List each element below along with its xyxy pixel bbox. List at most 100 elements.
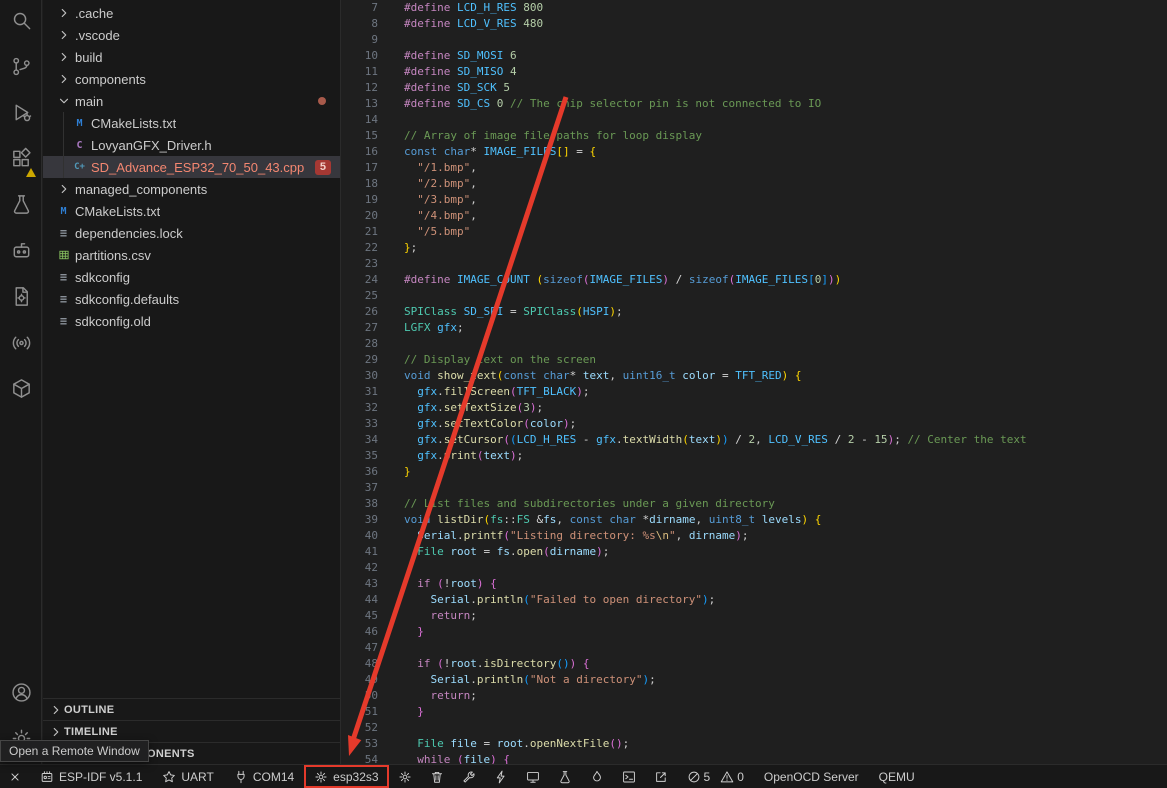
tree-file-sd-advance-esp32-70-50-43-cpp[interactable]: C+SD_Advance_ESP32_70_50_43.cpp5 xyxy=(43,156,340,178)
remote-icon xyxy=(8,770,22,784)
tree-file-cmakelists-txt[interactable]: MCMakeLists.txt xyxy=(43,200,340,222)
line-number: 22 xyxy=(342,240,378,256)
tree-folder-cache[interactable]: .cache xyxy=(43,2,340,24)
tree-folder-build[interactable]: build xyxy=(43,46,340,68)
tree-item-label: LovyanGFX_Driver.h xyxy=(91,138,212,153)
status-build[interactable] xyxy=(453,765,485,788)
line-number: 11 xyxy=(342,64,378,80)
line-number: 50 xyxy=(342,688,378,704)
code-line-14: 14 xyxy=(342,112,1167,128)
section-outline[interactable]: OUTLINE xyxy=(43,698,340,720)
chevron-right-icon xyxy=(55,27,72,43)
line-number: 45 xyxy=(342,608,378,624)
tree-file-sdkconfig-defaults[interactable]: ≡sdkconfig.defaults xyxy=(43,288,340,310)
esp-idf-version-icon xyxy=(40,770,54,784)
code-line-45: 45 return; xyxy=(342,608,1167,624)
line-number: 30 xyxy=(342,368,378,384)
status-openocd-server[interactable]: OpenOCD Server xyxy=(754,765,869,788)
code-line-44: 44 Serial.println("Failed to open direct… xyxy=(342,592,1167,608)
code-line-51: 51 } xyxy=(342,704,1167,720)
section-timeline[interactable]: TIMELINE xyxy=(43,720,340,742)
cube-icon xyxy=(10,377,33,405)
activity-bar xyxy=(0,0,42,764)
remote-indicator[interactable] xyxy=(0,765,30,788)
tree-file-lovyangfx-driver-h[interactable]: CLovyanGFX_Driver.h xyxy=(43,134,340,156)
line-number: 24 xyxy=(342,272,378,288)
activity-robot[interactable] xyxy=(0,230,42,276)
activity-extensions[interactable] xyxy=(0,138,42,184)
line-number: 14 xyxy=(342,112,378,128)
line-number: 26 xyxy=(342,304,378,320)
tree-folder-vscode[interactable]: .vscode xyxy=(43,24,340,46)
status-flash-method[interactable]: UART xyxy=(152,765,223,788)
file-tree: .cache.vscode build components main MCMakeLi… xyxy=(43,0,340,332)
line-number: 20 xyxy=(342,208,378,224)
code-line-20: 20 "/4.bmp", xyxy=(342,208,1167,224)
tree-folder-components[interactable]: components xyxy=(43,68,340,90)
code-line-31: 31 gfx.fillScreen(TFT_BLACK); xyxy=(342,384,1167,400)
status-flash-method-label: UART xyxy=(181,770,213,784)
tree-file-dependencies-lock[interactable]: ≡dependencies.lock xyxy=(43,222,340,244)
code-line-47: 47 xyxy=(342,640,1167,656)
activity-testing[interactable] xyxy=(0,184,42,230)
tree-file-sdkconfig[interactable]: ≡sdkconfig xyxy=(43,266,340,288)
status-bar-items: ESP-IDF v5.1.1UARTCOM14esp32s350OpenOCD … xyxy=(0,765,925,788)
line-number: 42 xyxy=(342,560,378,576)
chevron-right-icon xyxy=(55,49,72,65)
tree-file-cmakelists-txt[interactable]: MCMakeLists.txt xyxy=(43,112,340,134)
status-device-target-label: esp32s3 xyxy=(333,770,378,784)
activity-cube[interactable] xyxy=(0,368,42,414)
status-monitor[interactable] xyxy=(517,765,549,788)
status-device-target[interactable]: esp32s3 xyxy=(304,765,388,788)
code-line-18: 18 "/2.bmp", xyxy=(342,176,1167,192)
code-line-30: 30void show_text(const char* text, uint1… xyxy=(342,368,1167,384)
status-flash[interactable] xyxy=(485,765,517,788)
code-editor[interactable]: 7#define LCD_H_RES 8008#define LCD_V_RES… xyxy=(342,0,1167,764)
line-number: 49 xyxy=(342,672,378,688)
activity-esp-idf[interactable] xyxy=(0,276,42,322)
error-count: 5 xyxy=(704,770,711,784)
terminal-icon xyxy=(622,770,636,784)
status-terminal[interactable] xyxy=(613,765,645,788)
flash-method-icon xyxy=(162,770,176,784)
status-qemu[interactable]: QEMU xyxy=(869,765,925,788)
full-clean-icon xyxy=(430,770,444,784)
tree-file-partitions-csv[interactable]: partitions.csv xyxy=(43,244,340,266)
code-line-29: 29// Display text on the screen xyxy=(342,352,1167,368)
status-full-clean[interactable] xyxy=(421,765,453,788)
activity-run-debug[interactable] xyxy=(0,92,42,138)
activity-source-control[interactable] xyxy=(0,46,42,92)
chevron-right-icon xyxy=(47,702,64,718)
activity-search[interactable] xyxy=(0,0,42,46)
code-line-53: 53 File file = root.openNextFile(); xyxy=(342,736,1167,752)
code-line-52: 52 xyxy=(342,720,1167,736)
tree-item-label: build xyxy=(75,50,102,65)
tree-folder-managed-components[interactable]: managed_components xyxy=(43,178,340,200)
status-serial-port[interactable]: COM14 xyxy=(224,765,304,788)
line-number: 19 xyxy=(342,192,378,208)
line-number: 35 xyxy=(342,448,378,464)
status-commands[interactable] xyxy=(645,765,677,788)
activity-accounts[interactable] xyxy=(0,672,42,718)
status-qemu-run[interactable] xyxy=(549,765,581,788)
line-number: 23 xyxy=(342,256,378,272)
activity-antenna[interactable] xyxy=(0,322,42,368)
code-line-43: 43 if (!root) { xyxy=(342,576,1167,592)
config-file-icon: ≡ xyxy=(55,225,72,241)
warning-count: 0 xyxy=(737,770,744,784)
code-line-37: 37 xyxy=(342,480,1167,496)
vscode-window: .cache.vscode build components main MCMakeLi… xyxy=(0,0,1167,788)
code-line-23: 23 xyxy=(342,256,1167,272)
status-problems[interactable]: 50 xyxy=(677,765,754,788)
line-number: 16 xyxy=(342,144,378,160)
tree-folder-main[interactable]: main xyxy=(43,90,340,112)
status-esp-idf-version[interactable]: ESP-IDF v5.1.1 xyxy=(30,765,152,788)
tree-file-sdkconfig-old[interactable]: ≡sdkconfig.old xyxy=(43,310,340,332)
status-sdk-configuration[interactable] xyxy=(389,765,421,788)
sdk-configuration-icon xyxy=(398,770,412,784)
code-line-19: 19 "/3.bmp", xyxy=(342,192,1167,208)
tree-item-label: main xyxy=(75,94,103,109)
cpp-file-icon: C+ xyxy=(71,159,88,175)
code-line-8: 8#define LCD_V_RES 480 xyxy=(342,16,1167,32)
status-build-flash-monitor[interactable] xyxy=(581,765,613,788)
